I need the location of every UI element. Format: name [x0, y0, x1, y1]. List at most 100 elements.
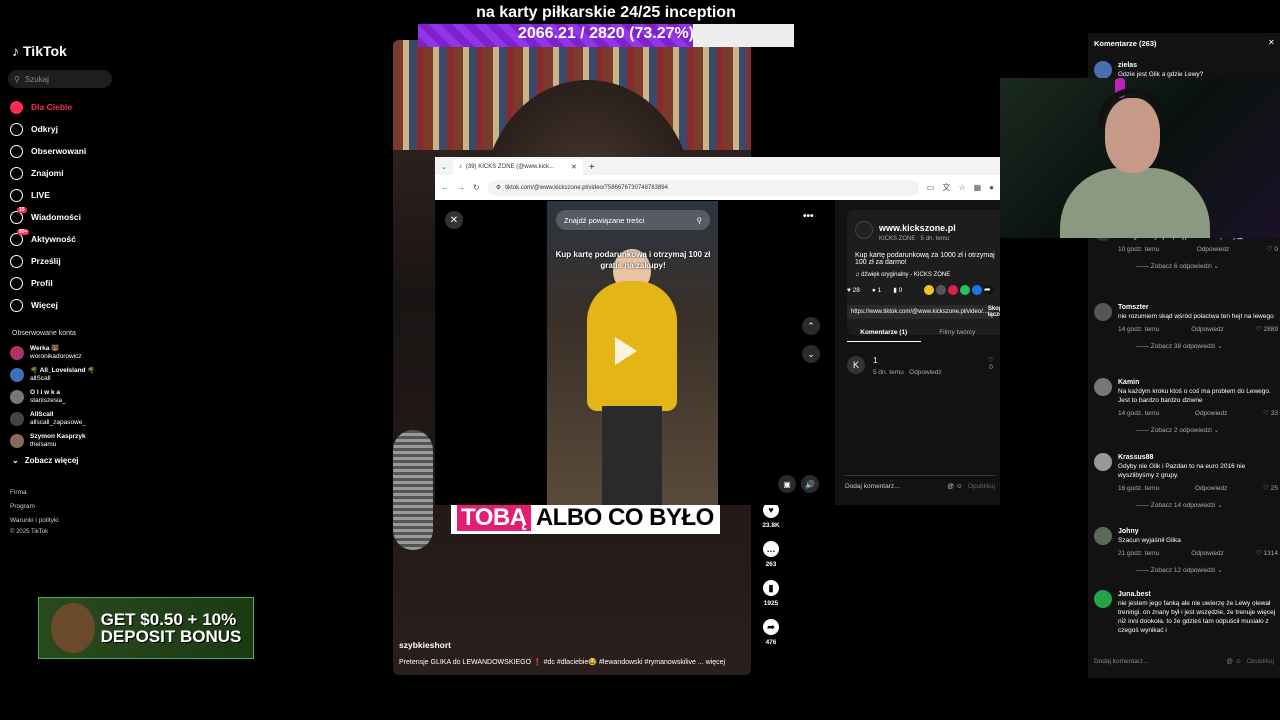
- add-comment-input[interactable]: Dodaj komentarz...: [845, 483, 900, 490]
- comment-like-button[interactable]: ♡ 0: [1267, 245, 1278, 254]
- nav-item[interactable]: Obserwowani: [10, 140, 120, 162]
- volume-icon[interactable]: 🔊: [801, 475, 819, 493]
- nav-item[interactable]: Profil: [10, 272, 120, 294]
- embed-icon[interactable]: [936, 285, 946, 295]
- reply-button[interactable]: Odpowiedz: [1191, 549, 1224, 558]
- close-icon[interactable]: ✕: [1268, 38, 1275, 47]
- coin-icon[interactable]: [924, 285, 934, 295]
- footer-link-company[interactable]: Firma: [10, 489, 27, 496]
- extensions-icon[interactable]: ▦: [974, 183, 982, 192]
- comment-author[interactable]: Krassus88: [1118, 453, 1278, 462]
- comment-like-button[interactable]: ♡ 33: [1263, 409, 1278, 418]
- video-author[interactable]: szybkieshort: [399, 640, 451, 650]
- translate-icon[interactable]: 文: [942, 182, 950, 193]
- followed-account[interactable]: 🌴 All_LoveIsland 🌴 allScall: [10, 367, 120, 383]
- avatar[interactable]: [1094, 378, 1112, 396]
- comment-author[interactable]: zielas: [1118, 61, 1278, 70]
- avatar[interactable]: [1094, 303, 1112, 321]
- close-player-button[interactable]: ✕: [445, 211, 463, 229]
- share-icon[interactable]: ➦: [984, 285, 994, 295]
- next-video-button[interactable]: ⌄: [802, 345, 820, 363]
- close-tab-icon[interactable]: ✕: [571, 163, 577, 171]
- nav-item[interactable]: 15 Wiadomości: [10, 206, 120, 228]
- panel-add-comment-input[interactable]: Dodaj komentarz...: [1094, 658, 1149, 665]
- followed-account[interactable]: Szymon Kasprzyk theisamu: [10, 433, 120, 449]
- followed-account[interactable]: Werka 🐻 woronikadorowicz: [10, 345, 120, 361]
- nav-item[interactable]: LIVE: [10, 184, 120, 206]
- creator-row[interactable]: www.kickszone.pl KICKS ZONE · 5 dn. temu: [855, 218, 999, 242]
- reply-button[interactable]: Odpowiedz: [909, 369, 942, 376]
- nav-item[interactable]: Dla Ciebie: [10, 96, 120, 118]
- footer-link-terms[interactable]: Warunki i polityki: [10, 517, 59, 524]
- tab-creator-videos[interactable]: Filmy twórcy: [921, 329, 995, 342]
- comment-button[interactable]: ● 1: [872, 287, 881, 294]
- more-options-icon[interactable]: •••: [803, 211, 814, 222]
- see-more-accounts-button[interactable]: ⌄ Zobacz więcej: [12, 456, 79, 465]
- comment-action[interactable]: … 263: [758, 541, 784, 568]
- reply-button[interactable]: Odpowiedz: [1197, 245, 1230, 254]
- avatar[interactable]: [1094, 453, 1112, 471]
- avatar[interactable]: [1094, 527, 1112, 545]
- send-icon[interactable]: [948, 285, 958, 295]
- reload-icon[interactable]: ↻: [473, 183, 480, 192]
- find-related-search[interactable]: Znajdź powiązane treści ⚲: [556, 210, 710, 230]
- heart-icon[interactable]: ♡: [988, 356, 994, 364]
- tab-comments[interactable]: Komentarze (1): [847, 329, 921, 342]
- save-button[interactable]: ▮ 0: [893, 286, 902, 294]
- nav-item[interactable]: Prześlij: [10, 250, 120, 272]
- previous-video-button[interactable]: ⌃: [802, 317, 820, 335]
- share-action[interactable]: ➦ 476: [758, 619, 784, 646]
- publish-button[interactable]: Opublikuj: [968, 483, 995, 490]
- like-action[interactable]: ♥ 23.8K: [758, 502, 784, 529]
- save-action[interactable]: ▮ 1925: [758, 580, 784, 607]
- comment-author[interactable]: Tomszter: [1118, 303, 1278, 312]
- search-input[interactable]: ⚲ Szukaj: [8, 70, 112, 88]
- tab-menu-icon[interactable]: ⌄: [441, 163, 447, 171]
- facebook-icon[interactable]: [972, 285, 982, 295]
- emoji-icon[interactable]: ☺: [956, 483, 963, 490]
- mention-icon[interactable]: @: [1226, 658, 1233, 665]
- browser-tab[interactable]: ♪ (39) KICKS ZONE (@www.kick... ✕: [452, 159, 583, 175]
- comment-author[interactable]: Juna.best: [1118, 590, 1278, 599]
- reply-button[interactable]: Odpowiedz: [1195, 484, 1228, 493]
- followed-account[interactable]: AllScall allscall_zapasowe_: [10, 411, 120, 427]
- play-icon[interactable]: [615, 337, 637, 365]
- view-replies-button[interactable]: —— Zobacz 2 odpowiedzi ⌄: [1118, 426, 1278, 435]
- comment-like-button[interactable]: ♡ 2889: [1256, 325, 1278, 334]
- pip-icon[interactable]: ▣: [778, 475, 796, 493]
- sound-link[interactable]: ♫ dźwięk oryginalny - KICKS ZONE: [855, 272, 999, 278]
- comment-author[interactable]: Kamin: [1118, 378, 1278, 387]
- footer-link-program[interactable]: Program: [10, 503, 35, 510]
- copy-link-button[interactable]: Skopiuj łącze: [988, 306, 1000, 318]
- video-description[interactable]: Pretensje GLIKA do LEWANDOWSKIEGO ❗ #dc …: [399, 658, 725, 666]
- reply-button[interactable]: Odpowiedz: [1191, 325, 1224, 334]
- panel-publish-button[interactable]: Opublikuj: [1247, 658, 1274, 665]
- view-replies-button[interactable]: —— Zobacz 12 odpowiedzi ⌄: [1118, 566, 1278, 575]
- copy-link-field[interactable]: https://www.tiktok.com/@www.kickszone.pl…: [847, 305, 1000, 319]
- back-icon[interactable]: ←: [441, 183, 449, 192]
- nav-item[interactable]: Odkryj: [10, 118, 120, 140]
- whatsapp-icon[interactable]: [960, 285, 970, 295]
- new-tab-button[interactable]: +: [589, 159, 595, 175]
- like-button[interactable]: ♥ 28: [847, 287, 860, 294]
- address-bar[interactable]: ⚙ tiktok.com/@www.kickszone.pl/video/7586…: [487, 179, 919, 196]
- commenter-avatar[interactable]: K: [847, 356, 865, 374]
- comment-like-button[interactable]: ♡ 1314: [1256, 549, 1278, 558]
- reply-button[interactable]: Odpowiedz: [1195, 409, 1228, 418]
- nav-item[interactable]: Znajomi: [10, 162, 120, 184]
- tiktok-logo[interactable]: ♪ TikTok: [12, 43, 67, 59]
- nav-item[interactable]: 99+ Aktywność: [10, 228, 120, 250]
- avatar[interactable]: [1094, 61, 1112, 79]
- view-replies-button[interactable]: —— Zobacz 6 odpowiedzi ⌄: [1118, 262, 1278, 271]
- bookmark-star-icon[interactable]: ☆: [958, 183, 965, 192]
- avatar[interactable]: [1094, 590, 1112, 608]
- cast-icon[interactable]: ▭: [927, 183, 935, 192]
- view-replies-button[interactable]: —— Zobacz 14 odpowiedzi ⌄: [1118, 501, 1278, 510]
- comment-author[interactable]: Johny: [1118, 527, 1278, 536]
- mention-icon[interactable]: @: [947, 483, 954, 490]
- comment-like-button[interactable]: ♡ 25: [1263, 484, 1278, 493]
- profile-icon[interactable]: ●: [989, 183, 994, 192]
- followed-account[interactable]: O l i w k a staniszesia_: [10, 389, 120, 405]
- casino-ad-banner[interactable]: GET $0.50 + 10% DEPOSIT BONUS: [38, 597, 254, 659]
- emoji-icon[interactable]: ☺: [1235, 658, 1242, 665]
